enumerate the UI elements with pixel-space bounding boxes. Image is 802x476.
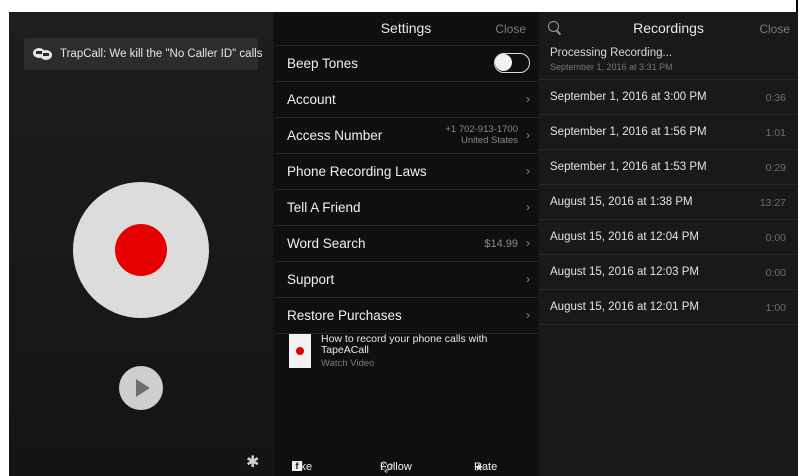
recording-row[interactable]: September 1, 2016 at 3:00 PM 0:36 (539, 80, 798, 115)
recording-date: August 15, 2016 at 12:03 PM (550, 266, 699, 278)
tutorial-video-link[interactable]: How to record your phone calls with Tape… (289, 332, 529, 376)
processing-date: September 1, 2016 at 3:31 PM (550, 62, 673, 72)
trapcall-banner[interactable]: TrapCall: We kill the "No Caller ID" cal… (24, 38, 262, 70)
frame-edge (796, 0, 798, 12)
recording-date: August 15, 2016 at 1:38 PM (550, 196, 693, 208)
recording-date: August 15, 2016 at 12:04 PM (550, 231, 699, 243)
processing-title: Processing Recording... (550, 47, 673, 59)
access-number-country: United States (460, 135, 518, 146)
setting-label: Beep Tones (287, 56, 359, 71)
record-dot-icon (115, 224, 167, 276)
follow-label: Follow (380, 461, 412, 473)
recording-date: August 15, 2016 at 12:01 PM (550, 301, 699, 313)
rate-label: Rate (474, 461, 498, 473)
word-search-price: $14.99 (484, 238, 518, 250)
recording-row[interactable]: September 1, 2016 at 1:53 PM 0:29 (539, 150, 798, 185)
setting-phone-recording-laws[interactable]: Phone Recording Laws › (274, 154, 538, 190)
setting-label: Restore Purchases (287, 308, 402, 323)
top-border (0, 0, 802, 12)
video-thumbnail (289, 334, 311, 368)
access-number-phone: +1 702-913-1700 (445, 124, 518, 135)
setting-label: Phone Recording Laws (287, 164, 427, 179)
app-window: TrapCall: We kill the "No Caller ID" cal… (9, 12, 798, 476)
like-label: Like (292, 461, 313, 473)
recording-date: September 1, 2016 at 1:53 PM (550, 161, 707, 173)
settings-close-button[interactable]: Close (495, 22, 526, 36)
play-button[interactable] (119, 366, 163, 410)
gear-icon[interactable]: ✱ (246, 452, 259, 472)
settings-header: Settings Close (274, 12, 538, 46)
recordings-close-button[interactable]: Close (759, 22, 790, 36)
recording-row[interactable]: August 15, 2016 at 12:04 PM 0:00 (539, 220, 798, 255)
trapcall-logo-icon (32, 47, 54, 61)
setting-beep-tones[interactable]: Beep Tones (274, 46, 538, 82)
setting-support[interactable]: Support › (274, 262, 538, 298)
recording-row[interactable]: August 15, 2016 at 12:03 PM 0:00 (539, 255, 798, 290)
banner-text: TrapCall: We kill the "No Caller ID" cal… (60, 48, 263, 60)
video-subtitle: Watch Video (321, 358, 375, 369)
recording-duration: 0:00 (765, 232, 786, 244)
chevron-right-icon: › (526, 92, 530, 106)
setting-restore-purchases[interactable]: Restore Purchases › (274, 298, 538, 334)
toggle-knob (495, 54, 512, 71)
setting-label: Support (287, 272, 335, 287)
chevron-right-icon: › (526, 236, 530, 250)
access-number-value: +1 702-913-1700 United States (445, 124, 518, 146)
recording-duration: 0:00 (765, 267, 786, 279)
recording-row[interactable]: August 15, 2016 at 1:38 PM 13:27 (539, 185, 798, 220)
chevron-right-icon: › (526, 164, 530, 178)
chevron-right-icon: › (526, 200, 530, 214)
setting-access-number[interactable]: Access Number +1 702-913-1700 United Sta… (274, 118, 538, 154)
setting-label: Tell A Friend (287, 200, 361, 215)
setting-account[interactable]: Account › (274, 82, 538, 118)
beep-tones-toggle[interactable] (494, 53, 530, 73)
recording-row[interactable]: August 15, 2016 at 12:01 PM 1:00 (539, 290, 798, 325)
recording-date: September 1, 2016 at 1:56 PM (550, 126, 707, 138)
processing-recording: Processing Recording... September 1, 201… (539, 45, 798, 80)
setting-word-search[interactable]: Word Search $14.99 › (274, 226, 538, 262)
chevron-right-icon: › (526, 128, 530, 142)
recording-duration: 1:01 (765, 127, 786, 139)
chevron-right-icon: › (526, 272, 530, 286)
chevron-right-icon: › (526, 308, 530, 322)
recording-date: September 1, 2016 at 3:00 PM (550, 91, 707, 103)
setting-label: Word Search (287, 236, 366, 251)
recording-duration: 13:27 (759, 197, 786, 209)
video-title: How to record your phone calls with Tape… (321, 333, 488, 356)
social-bar: f Like 🐦︎ Follow ★ Rate (274, 457, 538, 475)
setting-label: Access Number (287, 128, 383, 143)
recordings-panel: Recordings Close Processing Recording...… (539, 12, 798, 476)
recording-duration: 1:00 (765, 302, 786, 314)
setting-label: Account (287, 92, 336, 107)
recording-duration: 0:36 (765, 92, 786, 104)
recording-duration: 0:29 (765, 162, 786, 174)
recorder-panel: TrapCall: We kill the "No Caller ID" cal… (9, 12, 273, 476)
settings-panel: Settings Close Beep Tones Account › Acce… (274, 12, 538, 476)
recordings-header: Recordings Close (539, 12, 798, 45)
setting-tell-a-friend[interactable]: Tell A Friend › (274, 190, 538, 226)
record-button[interactable] (73, 182, 209, 318)
recording-row[interactable]: September 1, 2016 at 1:56 PM 1:01 (539, 115, 798, 150)
